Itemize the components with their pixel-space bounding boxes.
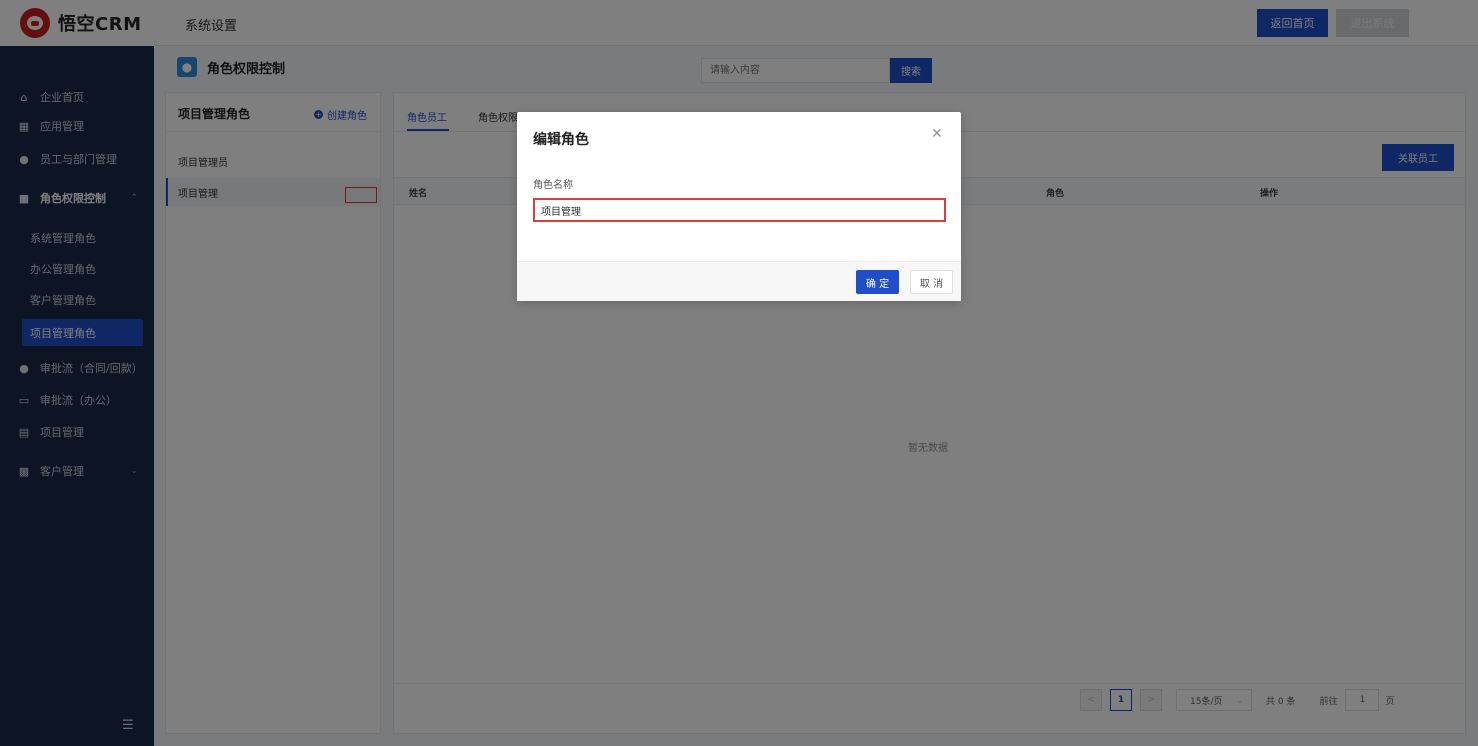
- role-name-input[interactable]: [533, 198, 946, 222]
- confirm-button[interactable]: 确 定: [856, 270, 899, 294]
- cancel-button[interactable]: 取 消: [910, 270, 953, 294]
- close-icon[interactable]: ✕: [931, 126, 943, 142]
- role-name-label: 角色名称: [533, 180, 573, 191]
- dialog-footer: 确 定 取 消: [517, 261, 961, 301]
- edit-role-dialog: 编辑角色 ✕ 角色名称 确 定 取 消: [517, 112, 961, 301]
- dialog-title: 编辑角色: [533, 132, 589, 148]
